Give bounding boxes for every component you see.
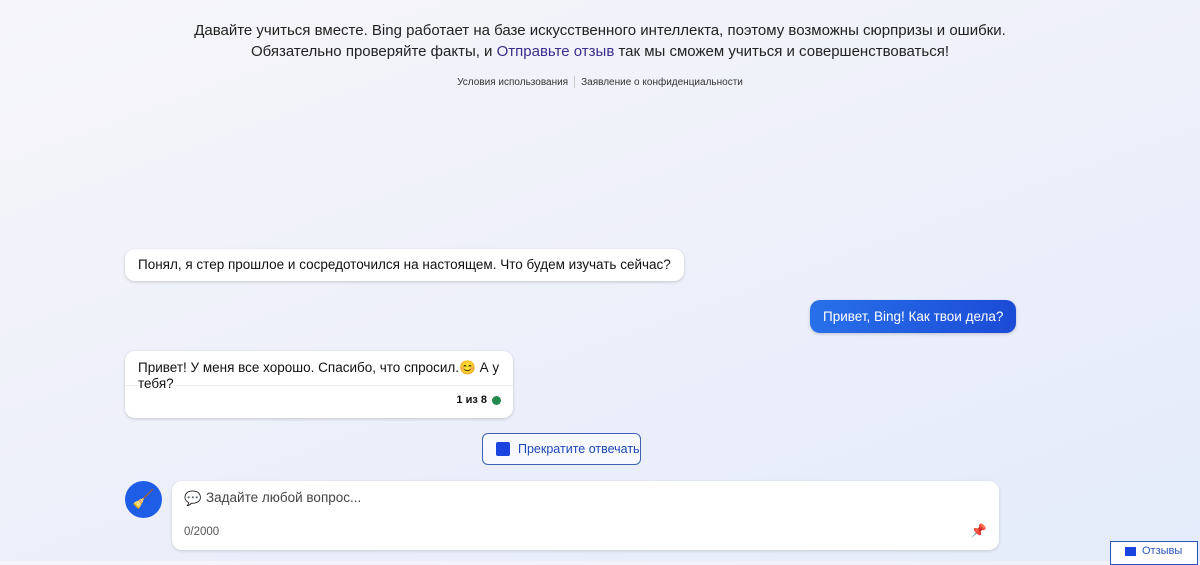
feedback-button[interactable]: Отзывы <box>1110 541 1198 565</box>
bot-message-text: Привет! У меня все хорошо. Спасибо, что … <box>125 351 513 391</box>
privacy-link[interactable]: Заявление о конфиденциальности <box>575 77 749 88</box>
disclaimer-text: Обязательно проверяйте факты, и <box>250 43 497 60</box>
feedback-link[interactable]: Отправьте отзыв <box>497 43 615 60</box>
message-text: Привет! У меня все хорошо. Спасибо, что … <box>138 360 460 375</box>
disclaimer-line2: Обязательно проверяйте факты, и Отправьт… <box>0 41 1200 62</box>
new-topic-broom-button[interactable]: 🧹 <box>125 481 162 518</box>
chat-input-box: 💬 0/2000 📌 <box>172 481 999 550</box>
status-dot-icon <box>492 395 501 405</box>
turn-counter: 1 из 8 <box>456 394 487 406</box>
terms-link[interactable]: Условия использования <box>451 77 574 88</box>
chat-input[interactable] <box>206 490 906 505</box>
stop-label: Прекратите отвечать <box>518 442 640 456</box>
legal-links: Условия использования Заявление о конфиде… <box>0 76 1200 88</box>
feedback-icon <box>1125 547 1136 556</box>
feedback-label: Отзывы <box>1142 545 1183 557</box>
smile-emoji-icon: 😊 <box>459 360 476 375</box>
broom-icon: 🧹 <box>132 489 155 509</box>
disclaimer-line1: Давайте учиться вместе. Bing работает на… <box>194 22 1006 39</box>
message-footer: 1 из 8 <box>125 386 513 414</box>
bot-message: Привет! У меня все хорошо. Спасибо, что … <box>125 351 513 418</box>
stop-responding-button[interactable]: Прекратите отвечать <box>482 433 641 465</box>
stop-icon <box>496 442 510 456</box>
user-message: Привет, Bing! Как твои дела? <box>810 300 1017 333</box>
bot-message: Понял, я стер прошлое и сосредоточился н… <box>125 249 684 281</box>
pin-icon[interactable]: 📌 <box>971 523 987 539</box>
char-counter: 0/2000 <box>184 526 220 538</box>
disclaimer: Давайте учиться вместе. Bing работает на… <box>0 20 1200 62</box>
disclaimer-text: так мы сможем учиться и совершенствовать… <box>614 43 950 60</box>
chat-bubble-icon: 💬 <box>184 490 202 506</box>
